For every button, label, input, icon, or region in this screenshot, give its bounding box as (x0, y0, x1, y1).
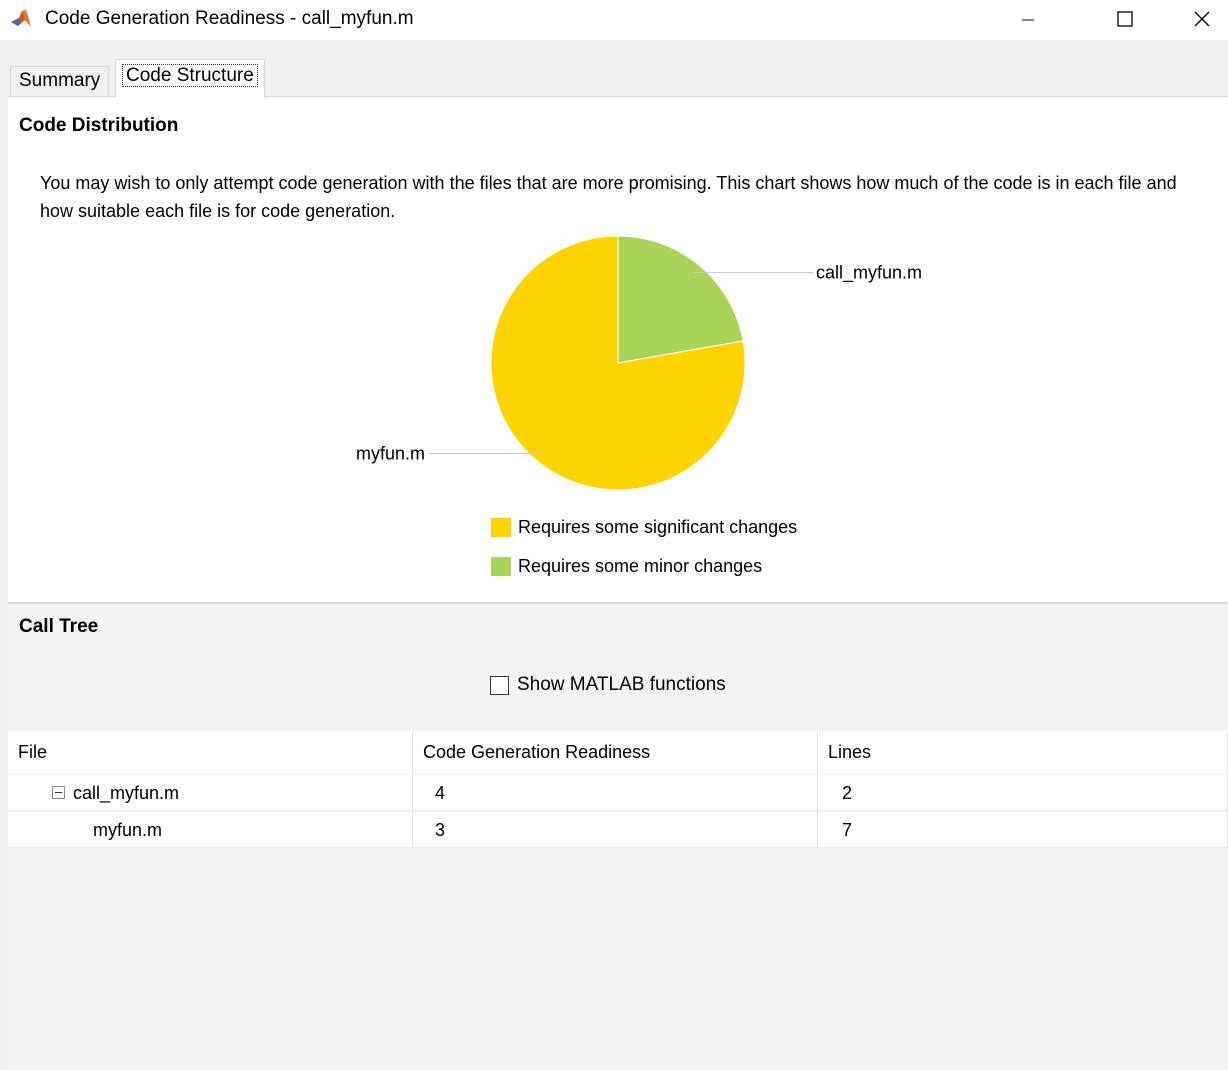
tab-code-structure[interactable]: Code Structure (115, 59, 265, 98)
title-bar: Code Generation Readiness - call_myfun.m (0, 0, 1228, 40)
lines-cell: 2 (818, 775, 1228, 811)
matlab-icon (11, 10, 31, 27)
minimize-icon (1022, 19, 1034, 21)
close-icon (1194, 11, 1210, 27)
file-cell: call_myfun.m (8, 775, 413, 811)
legend-item-significant: Requires some significant changes (491, 517, 797, 538)
legend-swatch-significant (491, 518, 511, 537)
file-cell: myfun.m (8, 812, 413, 848)
file-name: myfun.m (93, 820, 163, 840)
lines-cell: 7 (818, 812, 1228, 848)
window-title: Code Generation Readiness - call_myfun.m (45, 8, 414, 29)
code-distribution-description: You may wish to only attempt code genera… (40, 173, 1177, 221)
table-empty-area (8, 849, 1228, 1070)
close-button[interactable] (1164, 0, 1228, 38)
code-distribution-title: Code Distribution (19, 115, 179, 136)
column-header-readiness[interactable]: Code Generation Readiness (413, 731, 818, 774)
window: Code Generation Readiness - call_myfun.m… (0, 0, 1228, 1070)
legend-swatch-minor (491, 557, 511, 576)
show-matlab-functions-checkbox[interactable] (490, 675, 509, 695)
show-matlab-functions-checkbox-row[interactable]: Show MATLAB functions (490, 674, 726, 696)
legend-label-significant: Requires some significant changes (518, 517, 798, 537)
tab-summary[interactable]: Summary (10, 66, 110, 96)
show-matlab-functions-label: Show MATLAB functions (517, 674, 726, 695)
file-name: call_myfun.m (73, 783, 180, 803)
code-structure-panel: Code Distribution You may wish to only a… (8, 96, 1228, 1070)
column-header-file[interactable]: File (8, 731, 413, 774)
legend-item-minor: Requires some minor changes (491, 556, 762, 577)
call-tree-title: Call Tree (19, 616, 99, 637)
tab-summary-label: Summary (19, 70, 101, 91)
maximize-button[interactable] (1087, 0, 1163, 38)
call-tree-section: Call Tree Show MATLAB functions File Cod… (8, 604, 1228, 1070)
legend-label-minor: Requires some minor changes (518, 556, 763, 576)
tab-code-structure-label: Code Structure (122, 64, 258, 87)
readiness-cell: 4 (413, 775, 818, 811)
pie-label-myfun-m: myfun.m (356, 443, 425, 463)
pie-label-call-myfun-m: call_myfun.m (816, 263, 922, 284)
code-distribution-pie-chart: call_myfun.m myfun.m (356, 235, 922, 491)
readiness-cell: 3 (413, 812, 818, 848)
table-row[interactable]: call_myfun.m 4 2 (8, 775, 1228, 811)
maximize-icon (1117, 11, 1133, 27)
minimize-button[interactable] (990, 0, 1066, 38)
column-header-lines[interactable]: Lines (818, 731, 1228, 774)
collapse-toggle-icon[interactable] (52, 785, 65, 799)
pie-slices (490, 235, 746, 491)
table-row[interactable]: myfun.m 3 7 (8, 812, 1228, 848)
